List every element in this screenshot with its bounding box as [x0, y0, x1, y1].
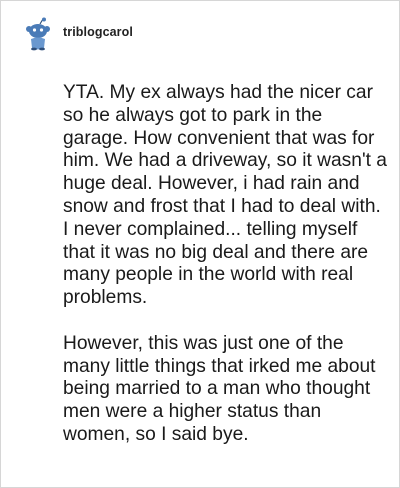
post-body: YTA. My ex always had the nicer car so h…: [63, 82, 389, 447]
post-card: triblogcarol YTA. My ex always had the n…: [0, 0, 400, 488]
post-paragraph-1: YTA. My ex always had the nicer car so h…: [63, 82, 387, 309]
post-paragraph-2: However, this was just one of the many l…: [63, 332, 376, 445]
reddit-snoo-avatar-icon: [26, 17, 50, 51]
avatar[interactable]: [23, 17, 53, 51]
post-header: triblogcarol: [23, 15, 133, 53]
username[interactable]: triblogcarol: [63, 25, 133, 39]
